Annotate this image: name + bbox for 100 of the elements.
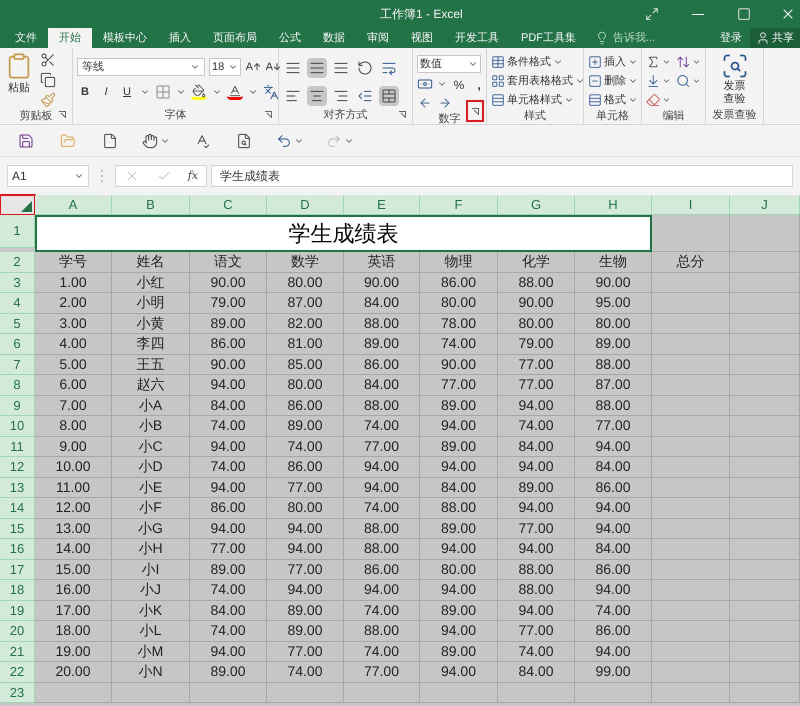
ribbon-tab[interactable]: 模板中心 — [92, 28, 158, 48]
column-header[interactable]: I — [652, 195, 730, 215]
table-cell: 77.00 — [344, 662, 420, 682]
style-menu-button[interactable]: 单元格样式 — [491, 92, 585, 108]
ribbon-tab[interactable]: 审阅 — [356, 28, 400, 48]
login-link[interactable]: 登录 — [712, 28, 750, 48]
row-header[interactable]: 2 — [0, 252, 35, 272]
cell-menu-button[interactable]: 插入 — [588, 54, 638, 70]
row-header[interactable]: 21 — [0, 642, 35, 662]
row-header[interactable]: 1 — [0, 215, 35, 248]
align-middle-button[interactable] — [307, 58, 327, 78]
cell-menu-button[interactable]: 格式 — [588, 92, 638, 108]
column-header[interactable]: A — [35, 195, 112, 215]
row-header[interactable]: 4 — [0, 293, 35, 314]
phonetic-button[interactable] — [263, 84, 279, 100]
column-header[interactable]: E — [344, 195, 420, 215]
row-header[interactable]: 13 — [0, 478, 35, 498]
row-header[interactable]: 7 — [0, 354, 35, 375]
table-cell: 8.00 — [35, 416, 112, 436]
merge-center-button[interactable] — [379, 86, 399, 106]
table-cell: 94.00 — [498, 396, 575, 416]
copy-button[interactable] — [38, 72, 58, 88]
ribbon-tab[interactable]: 视图 — [400, 28, 444, 48]
column-header[interactable]: F — [420, 195, 498, 215]
row-header[interactable]: 17 — [0, 560, 35, 580]
tell-me-field[interactable]: 告诉我... — [595, 28, 656, 48]
table-cell: 89.00 — [190, 662, 267, 682]
row-header[interactable]: 20 — [0, 621, 35, 642]
ribbon-tab[interactable]: 插入 — [158, 28, 202, 48]
invoice-check-button[interactable]: 发票查验 — [710, 52, 759, 106]
row-header[interactable]: 18 — [0, 580, 35, 600]
table-cell: 86.00 — [575, 560, 652, 580]
ribbon-tab[interactable]: 公式 — [268, 28, 312, 48]
row-header[interactable]: 22 — [0, 662, 35, 682]
fill-button[interactable] — [646, 73, 672, 89]
column-header[interactable]: C — [190, 195, 267, 215]
table-cell: 7.00 — [35, 396, 112, 416]
table-cell: 86.00 — [267, 457, 344, 478]
ribbon-tab[interactable]: 开始 — [48, 28, 92, 48]
column-header[interactable]: H — [575, 195, 652, 215]
column-header[interactable]: J — [730, 195, 800, 215]
autosum-button[interactable] — [646, 54, 672, 70]
column-header[interactable]: G — [498, 195, 575, 215]
underline-button[interactable]: U — [119, 84, 135, 100]
italic-button[interactable]: I — [98, 84, 114, 100]
table-cell: 84.00 — [344, 375, 420, 396]
table-cell: 74.00 — [498, 416, 575, 436]
font-color-button[interactable] — [227, 84, 243, 100]
sort-filter-button[interactable] — [676, 54, 701, 70]
group-label: 单元格 — [596, 109, 629, 124]
number-format-field[interactable]: 数值 — [417, 55, 481, 73]
paste-button[interactable]: 粘贴 — [4, 52, 34, 108]
table-cell: 84.00 — [190, 396, 267, 416]
dialog-launcher[interactable] — [466, 100, 484, 122]
column-header[interactable]: D — [267, 195, 344, 215]
style-menu-button[interactable]: 套用表格格式 — [491, 73, 585, 89]
bold-button[interactable]: B — [77, 84, 93, 100]
row-header[interactable]: 6 — [0, 334, 35, 354]
group-label: 发票查验 — [712, 108, 756, 123]
font-name-field[interactable]: 等线 — [77, 58, 205, 76]
row-header[interactable]: 10 — [0, 416, 35, 436]
ribbon-tab[interactable]: PDF工具集 — [510, 28, 587, 48]
table-cell: 94.00 — [498, 498, 575, 518]
table-cell: 小G — [112, 518, 190, 539]
select-all-button[interactable] — [0, 195, 35, 215]
fill-color-button[interactable] — [191, 84, 207, 100]
share-button[interactable]: 共享 — [750, 28, 800, 48]
font-size-field[interactable]: 18 — [209, 58, 241, 76]
ribbon-tab[interactable]: 页面布局 — [202, 28, 268, 48]
percent-button[interactable]: % — [451, 76, 467, 92]
row-header[interactable]: 14 — [0, 498, 35, 518]
row-header[interactable]: 5 — [0, 314, 35, 334]
row-header[interactable]: 23 — [0, 682, 35, 703]
table-cell: 89.00 — [420, 436, 498, 457]
align-center-button[interactable] — [307, 86, 327, 106]
insert-function-button[interactable]: fx — [188, 168, 198, 184]
name-box[interactable]: A1 — [7, 165, 89, 187]
row-header[interactable]: 8 — [0, 375, 35, 396]
table-cell: 小红 — [112, 272, 190, 293]
cell-menu-button[interactable]: 删除 — [588, 73, 638, 89]
table-cell: 9.00 — [35, 436, 112, 457]
row-header[interactable]: 9 — [0, 396, 35, 416]
find-button[interactable] — [676, 73, 701, 89]
table-cell: 17.00 — [35, 600, 112, 621]
row-header[interactable]: 15 — [0, 518, 35, 539]
ribbon-tab[interactable]: 数据 — [312, 28, 356, 48]
row-header[interactable]: 16 — [0, 539, 35, 560]
ribbon-tab[interactable]: 文件 — [4, 28, 48, 48]
clear-button[interactable] — [646, 92, 672, 108]
column-header[interactable]: B — [112, 195, 190, 215]
row-header[interactable]: 19 — [0, 600, 35, 621]
comma-button[interactable]: , — [471, 76, 487, 92]
formula-field[interactable]: 学生成绩表 — [211, 165, 793, 187]
row-header[interactable]: 11 — [0, 436, 35, 457]
row-header[interactable]: 12 — [0, 457, 35, 478]
table-cell: 88.00 — [344, 518, 420, 539]
ribbon-tab[interactable]: 开发工具 — [444, 28, 510, 48]
style-menu-button[interactable]: 条件格式 — [491, 54, 585, 70]
borders-button[interactable] — [155, 84, 171, 100]
row-header[interactable]: 3 — [0, 272, 35, 293]
